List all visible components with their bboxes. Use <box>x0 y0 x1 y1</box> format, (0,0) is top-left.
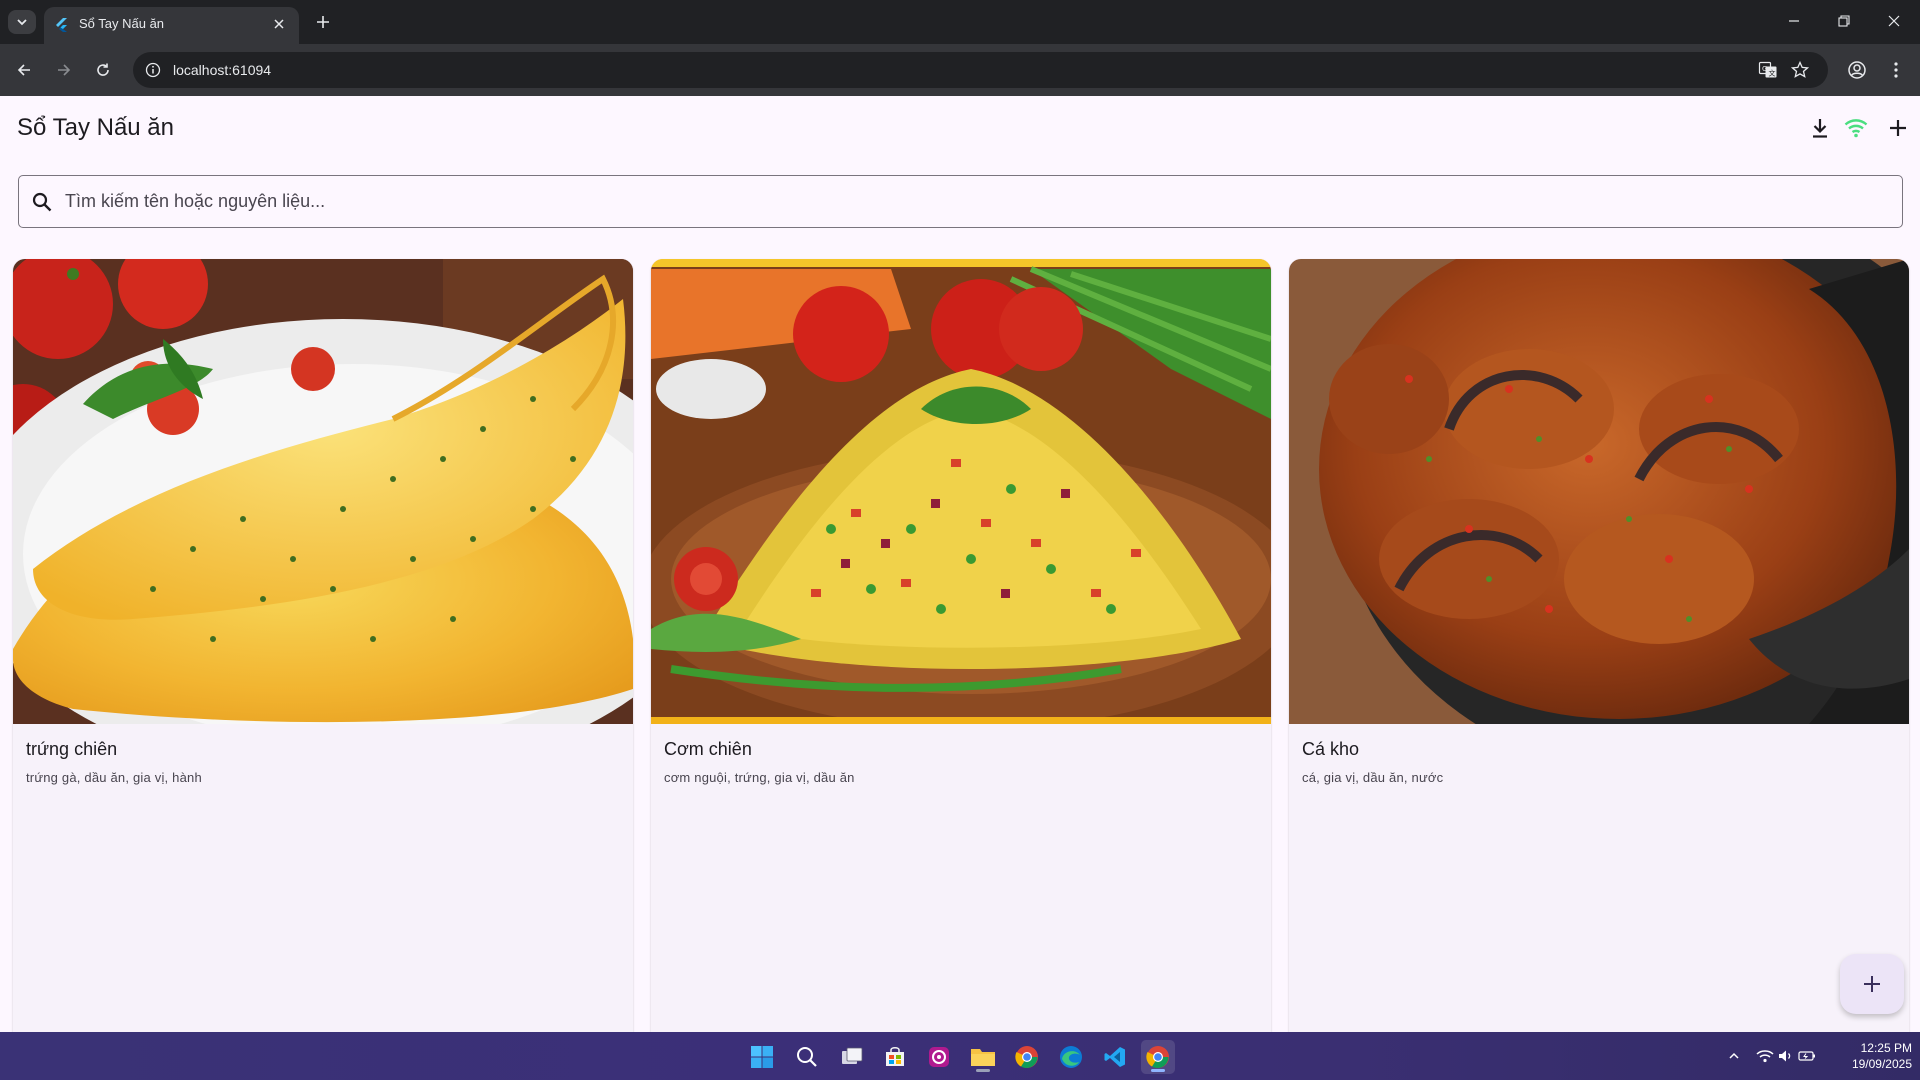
microsoft-store-button[interactable] <box>878 1040 912 1074</box>
windows-taskbar: 12:25 PM 19/09/2025 <box>0 1032 1920 1080</box>
recipe-card[interactable]: Cơm chiên cơm nguội, trứng, gia vị, dầu … <box>651 259 1271 1032</box>
speaker-icon <box>1779 1050 1791 1062</box>
running-indicator <box>976 1069 990 1072</box>
arrow-left-icon <box>17 64 30 76</box>
active-indicator <box>1151 1069 1165 1072</box>
profile-button[interactable] <box>1843 56 1871 84</box>
start-button[interactable] <box>745 1040 779 1074</box>
battery-icon <box>1798 1051 1815 1061</box>
vscode-icon <box>1104 1047 1125 1067</box>
app-page: Sổ Tay Nấu ăn Tìm kiếm tên hoặc nguyên l… <box>0 96 1920 1032</box>
chrome-icon <box>1015 1046 1038 1068</box>
arrow-right-icon <box>58 64 71 76</box>
clock-time: 12:25 PM <box>1860 1041 1912 1055</box>
url-text: localhost:61094 <box>173 62 272 78</box>
task-view-icon <box>842 1047 863 1064</box>
back-button[interactable] <box>10 56 38 84</box>
search-input[interactable] <box>65 176 1885 226</box>
windows-icon <box>751 1046 773 1068</box>
search-icon <box>29 189 55 215</box>
show-hidden-icons-button[interactable] <box>1724 1046 1744 1066</box>
volume-button[interactable] <box>1776 1046 1796 1066</box>
file-explorer-button[interactable] <box>966 1040 1000 1074</box>
minimize-icon <box>1789 20 1799 22</box>
page-title: Sổ Tay Nấu ăn <box>17 114 174 141</box>
more-vert-icon <box>1894 62 1898 78</box>
svg-text:文: 文 <box>1769 69 1776 78</box>
svg-text:G: G <box>1762 65 1767 73</box>
app-icon <box>929 1047 949 1067</box>
add-recipe-fab[interactable] <box>1840 954 1904 1014</box>
new-tab-button[interactable] <box>312 11 334 33</box>
flutter-favicon-icon <box>56 18 67 32</box>
network-button[interactable] <box>1755 1046 1775 1066</box>
close-tab-button[interactable] <box>269 14 289 34</box>
browser-menu-button[interactable] <box>1882 56 1910 84</box>
add-icon <box>1890 120 1906 136</box>
close-icon <box>1888 15 1900 27</box>
plus-icon <box>317 16 329 28</box>
wifi-icon <box>1844 119 1868 138</box>
recipe-title: Cá kho <box>1302 739 1360 759</box>
restore-button[interactable] <box>1822 6 1866 36</box>
forward-button[interactable] <box>50 56 78 84</box>
edge-icon <box>1060 1046 1082 1068</box>
address-bar[interactable]: localhost:61094 G文 <box>133 52 1828 88</box>
add-icon <box>1864 976 1880 992</box>
store-icon <box>886 1047 904 1066</box>
download-icon <box>1813 119 1827 138</box>
browser-tab[interactable]: Sổ Tay Nấu ăn <box>44 7 299 44</box>
task-view-button[interactable] <box>835 1040 869 1074</box>
chevron-up-icon <box>1729 1052 1739 1059</box>
bookmark-button[interactable] <box>1788 58 1812 82</box>
taskbar-search-button[interactable] <box>790 1040 824 1074</box>
reload-button[interactable] <box>89 56 117 84</box>
translate-button[interactable]: G文 <box>1756 58 1780 82</box>
add-recipe-button[interactable] <box>1884 114 1912 142</box>
recipe-card[interactable]: Cá kho cá, gia vị, dầu ăn, nước <box>1289 259 1909 1032</box>
clock-date: 19/09/2025 <box>1851 1057 1912 1071</box>
tab-search-button[interactable] <box>8 10 36 34</box>
chevron-down-icon <box>17 19 27 26</box>
minimize-button[interactable] <box>1772 6 1816 36</box>
recipe-title: trứng chiên <box>26 739 118 759</box>
folder-icon <box>971 1049 995 1066</box>
taskbar-app-button[interactable] <box>922 1040 956 1074</box>
wifi-icon <box>1756 1050 1774 1063</box>
chrome-icon <box>1146 1046 1169 1068</box>
recipe-title: Cơm chiên <box>664 739 752 759</box>
recipe-ingredients: cơm nguội, trứng, gia vị, dầu ăn <box>664 770 855 785</box>
browser-toolbar: localhost:61094 G文 <box>0 44 1920 96</box>
chrome-button[interactable] <box>1010 1040 1044 1074</box>
close-window-button[interactable] <box>1872 6 1916 36</box>
recipe-image-omelette <box>13 259 633 724</box>
profile-icon <box>1848 61 1866 79</box>
site-info-button[interactable] <box>141 58 165 82</box>
connection-status-indicator[interactable] <box>1842 114 1870 142</box>
chrome-active-button[interactable] <box>1141 1040 1175 1074</box>
close-icon <box>274 19 284 29</box>
reload-icon <box>97 63 109 76</box>
search-icon <box>797 1047 817 1067</box>
star-icon <box>1791 61 1809 78</box>
translate-icon: G文 <box>1758 61 1777 78</box>
battery-button[interactable] <box>1797 1046 1817 1066</box>
recipe-image-braised-fish <box>1289 259 1909 724</box>
system-clock[interactable]: 12:25 PM 19/09/2025 <box>1828 1040 1912 1072</box>
download-button[interactable] <box>1806 114 1834 142</box>
recipe-image-fried-rice <box>651 259 1271 724</box>
recipe-ingredients: cá, gia vị, dầu ăn, nước <box>1302 770 1444 785</box>
search-field[interactable] <box>18 175 1903 228</box>
browser-tab-bar: Sổ Tay Nấu ăn <box>0 0 1920 44</box>
recipe-card[interactable]: trứng chiên trứng gà, dầu ăn, gia vị, hà… <box>13 259 633 1032</box>
edge-button[interactable] <box>1054 1040 1088 1074</box>
recipe-ingredients: trứng gà, dầu ăn, gia vị, hành <box>26 770 202 785</box>
restore-icon <box>1838 15 1850 27</box>
tab-title: Sổ Tay Nấu ăn <box>79 16 165 31</box>
vscode-button[interactable] <box>1098 1040 1132 1074</box>
info-icon <box>145 62 161 78</box>
